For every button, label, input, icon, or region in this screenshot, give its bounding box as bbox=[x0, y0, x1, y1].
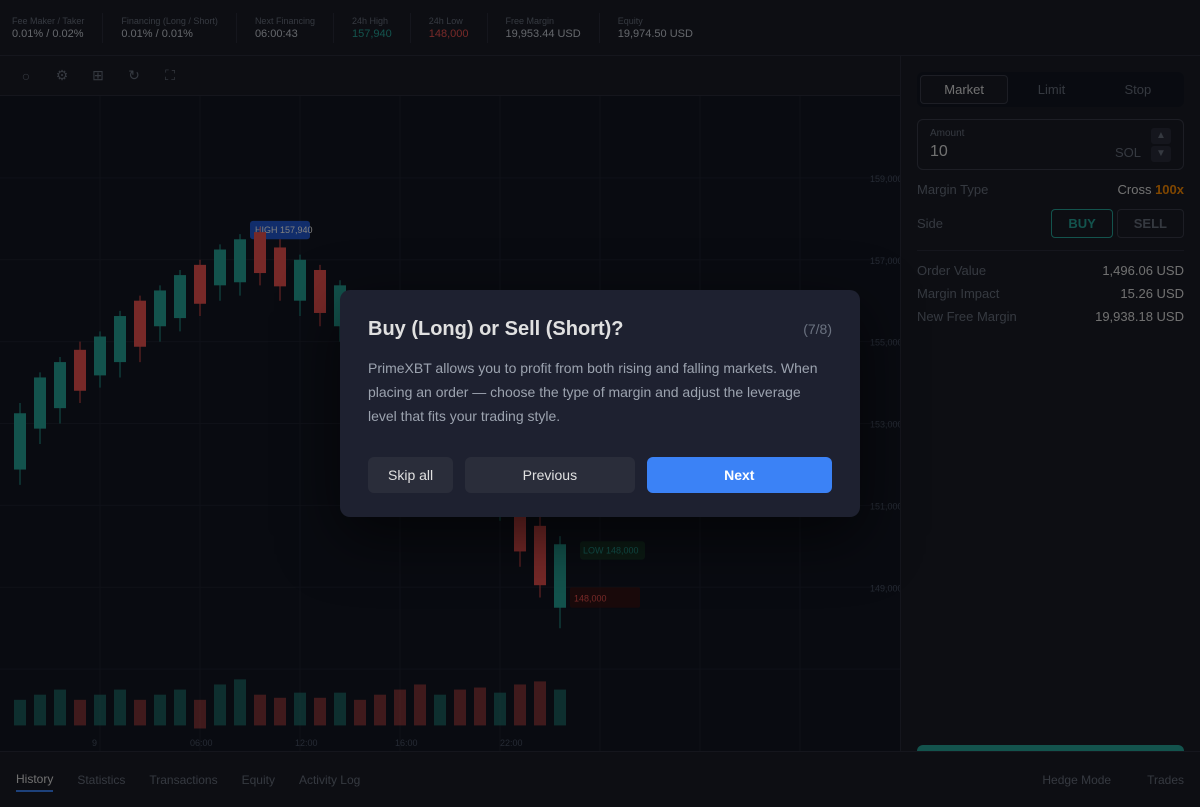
skip-all-button[interactable]: Skip all bbox=[368, 457, 453, 493]
tutorial-actions: Skip all Previous Next bbox=[368, 457, 832, 493]
tutorial-overlay: Buy (Long) or Sell (Short)? (7/8) PrimeX… bbox=[0, 0, 1200, 807]
tutorial-progress: (7/8) bbox=[803, 321, 832, 337]
next-button[interactable]: Next bbox=[647, 457, 832, 493]
tutorial-header: Buy (Long) or Sell (Short)? (7/8) bbox=[368, 318, 832, 341]
tutorial-title: Buy (Long) or Sell (Short)? bbox=[368, 318, 624, 341]
previous-button[interactable]: Previous bbox=[465, 457, 634, 493]
tutorial-body: PrimeXBT allows you to profit from both … bbox=[368, 357, 832, 428]
tutorial-card: Buy (Long) or Sell (Short)? (7/8) PrimeX… bbox=[340, 290, 860, 516]
